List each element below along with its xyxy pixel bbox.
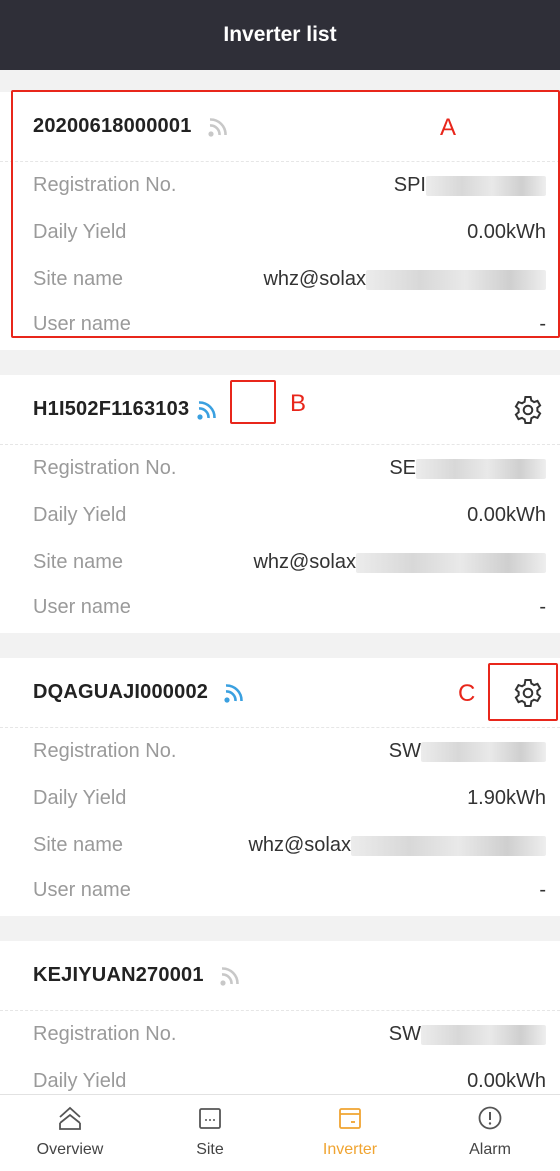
daily-yield-label: Daily Yield <box>33 221 127 243</box>
daily-yield-label: Daily Yield <box>33 787 127 809</box>
tab-inverter[interactable]: Inverter <box>280 1095 420 1171</box>
registration-row: Registration No. SPI <box>0 162 560 209</box>
inverter-serial: H1I502F1163103 <box>33 398 190 420</box>
inverter-card[interactable]: H1I502F1163103 Registration No. SE Daily… <box>0 375 560 633</box>
site-name-value: whz@solax <box>253 551 546 574</box>
alarm-icon <box>477 1105 503 1131</box>
top-bar: Inverter list <box>0 0 560 70</box>
daily-yield-label: Daily Yield <box>33 1070 127 1092</box>
tab-alarm[interactable]: Alarm <box>420 1095 560 1171</box>
tab-label: Alarm <box>469 1141 511 1158</box>
user-name-value: - <box>539 879 546 901</box>
site-name-value: whz@solax <box>263 268 546 291</box>
wifi-online-icon <box>195 399 219 421</box>
registration-label: Registration No. <box>33 457 177 479</box>
daily-yield-row: Daily Yield 1.90kWh <box>0 775 560 822</box>
user-name-row: User name - <box>0 303 560 346</box>
inverter-card-header: H1I502F1163103 <box>0 375 560 445</box>
daily-yield-value: 0.00kWh <box>467 504 546 526</box>
inverter-card[interactable]: DQAGUAJI000002 Registration No. SW Daily… <box>0 658 560 916</box>
tab-overview[interactable]: Overview <box>0 1095 140 1171</box>
daily-yield-value: 0.00kWh <box>467 221 546 243</box>
page-title: Inverter list <box>223 23 337 46</box>
registration-label: Registration No. <box>33 174 177 196</box>
annotation-label-c: C <box>458 680 476 707</box>
registration-value: SE <box>389 457 546 480</box>
registration-value: SW <box>389 740 546 763</box>
settings-gear-icon[interactable] <box>512 677 544 709</box>
daily-yield-row: Daily Yield 0.00kWh <box>0 492 560 539</box>
inverter-card-header: 20200618000001 <box>0 92 560 162</box>
site-name-row: Site name whz@solax <box>0 822 560 869</box>
wifi-offline-icon <box>206 116 230 138</box>
inverter-serial: DQAGUAJI000002 <box>33 681 209 703</box>
inverter-serial: 20200618000001 <box>33 115 192 137</box>
annotation-label-b: B <box>290 390 307 417</box>
daily-yield-label: Daily Yield <box>33 504 127 526</box>
user-name-value: - <box>539 313 546 335</box>
user-name-row: User name - <box>0 586 560 629</box>
registration-row: Registration No. SW <box>0 728 560 775</box>
daily-yield-row: Daily Yield 0.00kWh <box>0 209 560 256</box>
registration-label: Registration No. <box>33 740 177 762</box>
user-name-row: User name - <box>0 869 560 912</box>
inverter-list-screen: Inverter list 20200618000001 Registratio… <box>0 0 560 1171</box>
tab-label: Inverter <box>322 1141 378 1158</box>
user-name-label: User name <box>33 879 131 901</box>
registration-row: Registration No. SE <box>0 445 560 492</box>
site-name-label: Site name <box>33 268 124 290</box>
site-icon <box>197 1105 223 1131</box>
user-name-label: User name <box>33 313 131 335</box>
bottom-tab-bar: Overview Site Inverter Alarm <box>0 1094 560 1171</box>
site-name-label: Site name <box>33 551 124 573</box>
inverter-card[interactable]: KEJIYUAN270001 Registration No. SW Daily… <box>0 941 560 1101</box>
tab-label: Site <box>196 1141 224 1158</box>
registration-value: SPI <box>394 174 546 197</box>
daily-yield-value: 0.00kWh <box>467 1070 546 1092</box>
annotation-label-a: A <box>440 114 457 141</box>
inverter-serial: KEJIYUAN270001 <box>33 964 204 986</box>
daily-yield-value: 1.90kWh <box>467 787 546 809</box>
registration-value: SW <box>389 1023 546 1046</box>
site-name-label: Site name <box>33 834 124 856</box>
user-name-label: User name <box>33 596 131 618</box>
inverter-list: 20200618000001 Registration No. SPI Dail… <box>0 92 560 1126</box>
inverter-card-header: KEJIYUAN270001 <box>0 941 560 1011</box>
user-name-value: - <box>539 596 546 618</box>
site-name-value: whz@solax <box>248 834 546 857</box>
inverter-card-header: DQAGUAJI000002 <box>0 658 560 728</box>
site-name-row: Site name whz@solax <box>0 256 560 303</box>
registration-row: Registration No. SW <box>0 1011 560 1058</box>
tab-site[interactable]: Site <box>140 1095 280 1171</box>
home-icon <box>57 1105 83 1131</box>
wifi-offline-icon <box>218 965 242 987</box>
tab-label: Overview <box>36 1141 104 1158</box>
settings-gear-icon[interactable] <box>512 394 544 426</box>
wifi-online-icon <box>222 682 246 704</box>
inverter-card[interactable]: 20200618000001 Registration No. SPI Dail… <box>0 92 560 350</box>
site-name-row: Site name whz@solax <box>0 539 560 586</box>
inverter-icon <box>337 1105 363 1131</box>
registration-label: Registration No. <box>33 1023 177 1045</box>
